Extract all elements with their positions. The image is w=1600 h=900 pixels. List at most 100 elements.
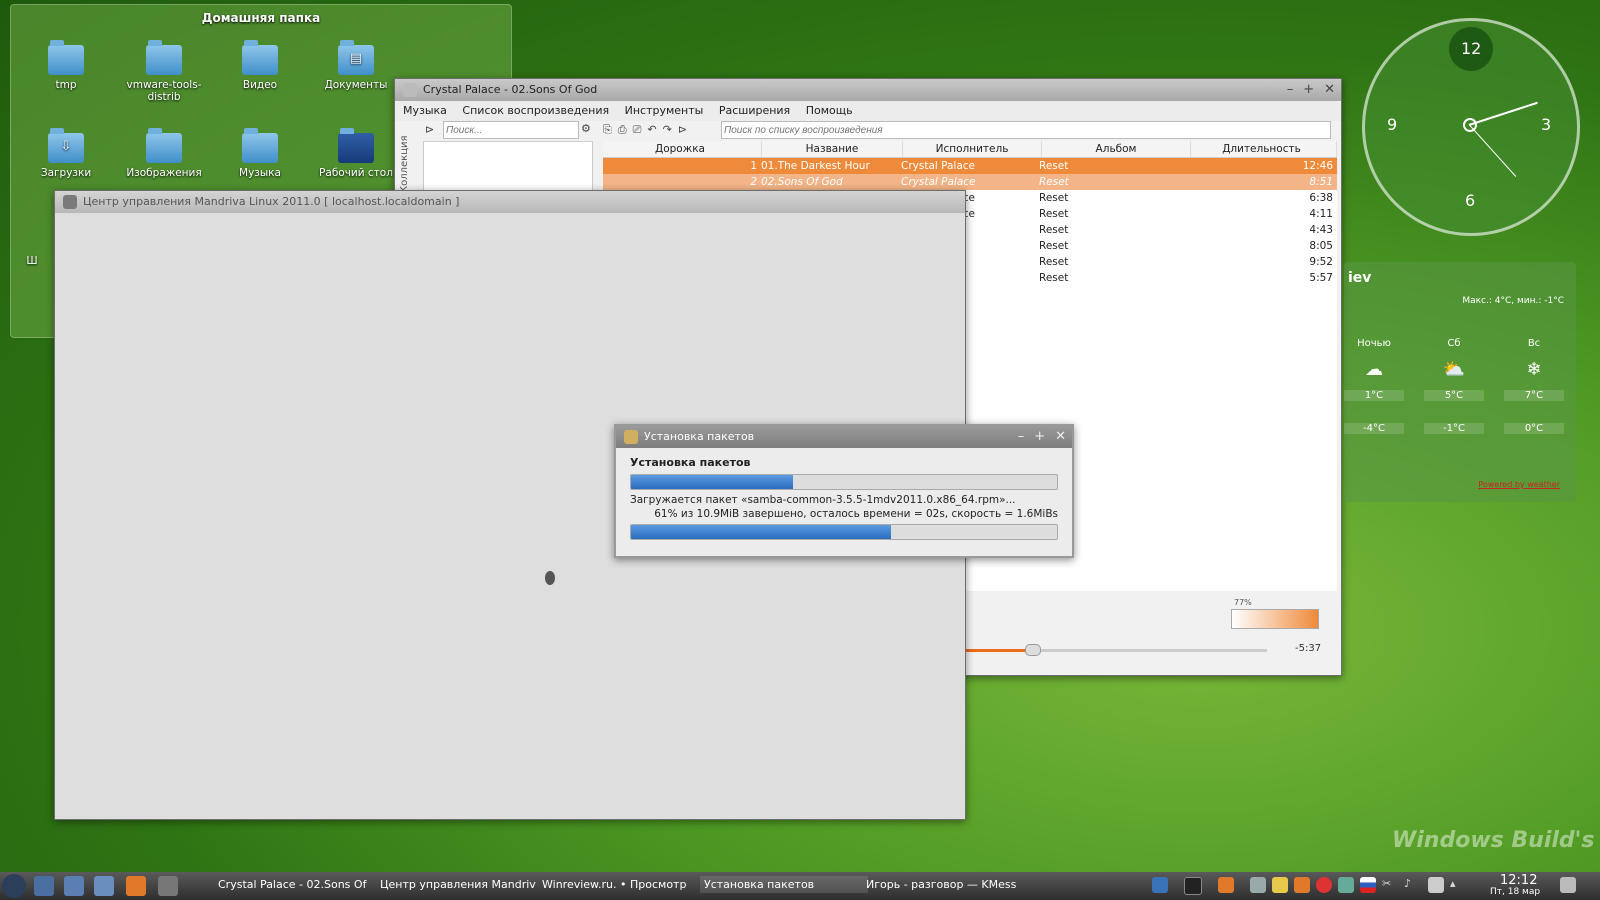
maximize-icon[interactable]: + [1034, 429, 1045, 444]
playlist-search-input[interactable] [721, 121, 1331, 139]
volume-icon[interactable]: ♪ [1404, 877, 1420, 893]
minimize-icon[interactable]: – [1018, 429, 1025, 444]
track-album: Reset [1039, 240, 1069, 252]
desktop-item-downloads[interactable]: ⇩ Загрузки [21, 128, 111, 179]
seek-handle[interactable] [1025, 644, 1041, 656]
track-title: 01.The Darkest Hour [761, 160, 870, 172]
start-menu-icon[interactable] [2, 874, 26, 898]
amarok-title: Crystal Palace - 02.Sons Of God [423, 83, 598, 96]
track-length: 8:51 [1309, 176, 1333, 188]
weather-widget: iev Макс.: 4°C, мин.: -1°C Ночью ☁ 1°C -4°C… [1344, 262, 1576, 502]
clock-second-hand [1468, 124, 1517, 177]
terminal-icon[interactable] [1184, 877, 1202, 895]
folderview-title: Домашняя папка [201, 11, 321, 25]
pager-icon[interactable] [158, 876, 178, 896]
mcc-titlebar[interactable]: Центр управления Mandriva Linux 2011.0 [… [55, 191, 965, 213]
col-artist[interactable]: Исполнитель [903, 141, 1042, 157]
col-length[interactable]: Длительность [1191, 141, 1337, 157]
collection-options-icon[interactable]: ⊳ [425, 123, 439, 137]
seek-bar[interactable] [947, 649, 1267, 652]
task-kmess[interactable]: Игорь - разговор — KMess [866, 878, 1036, 891]
watermark-logo: Windows Build's [1392, 828, 1595, 853]
battery-icon[interactable] [1428, 877, 1444, 893]
menu-extensions[interactable]: Расширения [719, 104, 790, 117]
alert-icon[interactable] [1316, 877, 1332, 893]
weather-powered-link[interactable]: Powered by weather [1478, 480, 1560, 489]
playlist-row[interactable]: 2 02.Sons Of God Crystal Palace Reset 8:51 [603, 174, 1337, 190]
clock-date[interactable]: Пт, 18 мар [1490, 887, 1540, 897]
amarok-menubar: Музыка Список воспроизведения Инструмент… [395, 101, 1341, 121]
track-artist: Crystal Palace [901, 160, 976, 172]
volume-slider[interactable]: 77% [1231, 598, 1319, 629]
folder-icon [242, 128, 278, 163]
menu-playlist[interactable]: Список воспроизведения [462, 104, 609, 117]
tools-icon[interactable] [64, 876, 84, 896]
chevron-up-icon[interactable]: ▴ [1450, 877, 1466, 893]
network-icon[interactable] [1152, 877, 1168, 893]
desktop-item-music[interactable]: Музыка [215, 128, 305, 179]
amarok-wolf-icon [403, 83, 417, 97]
close-icon[interactable]: ✕ [1055, 429, 1066, 444]
keyboard-layout-ru-icon[interactable] [1360, 877, 1376, 893]
desktop-icon[interactable] [34, 876, 54, 896]
clock-center [1463, 118, 1477, 132]
task-install[interactable]: Установка пакетов [700, 876, 868, 893]
track-length: 6:38 [1309, 192, 1333, 204]
desktop-item-images[interactable]: Изображения [119, 128, 209, 179]
clock-time[interactable]: 12:12 [1500, 873, 1537, 888]
menu-tools[interactable]: Инструменты [625, 104, 704, 117]
install-heading: Установка пакетов [630, 456, 751, 469]
shield-icon[interactable] [1272, 877, 1288, 893]
browser-icon[interactable] [126, 876, 146, 896]
weather-day-night: Ночью ☁ 1°C -4°C [1344, 338, 1404, 434]
track-length: 5:57 [1309, 272, 1333, 284]
folder-icon [242, 40, 278, 75]
update-icon[interactable] [1338, 877, 1354, 893]
menu-music[interactable]: Музыка [403, 104, 447, 117]
desktop-folder-icon [338, 128, 374, 163]
track-album: Reset [1039, 208, 1069, 220]
track-album: Reset [1039, 272, 1069, 284]
weather-maxmin: Макс.: 4°C, мин.: -1°C [1462, 296, 1564, 306]
install-titlebar[interactable]: Установка пакетов – + ✕ [616, 426, 1072, 448]
amarok-titlebar[interactable]: Crystal Palace - 02.Sons Of God – + ✕ [395, 79, 1341, 101]
collection-tab[interactable]: Коллекция [399, 123, 415, 193]
mcc-app-icon [63, 195, 77, 209]
amarok-tray-icon[interactable] [1218, 877, 1234, 893]
search-tools-icon[interactable]: ⚙ [581, 122, 591, 135]
desktop-item-vmware[interactable]: vmware-tools-distrib [119, 40, 209, 103]
snow-cloud-icon: ❄ [1526, 359, 1542, 380]
track-title: 02.Sons Of God [761, 176, 843, 188]
maximize-icon[interactable]: + [1303, 82, 1314, 97]
track-album: Reset [1039, 176, 1069, 188]
track-length: 4:43 [1309, 224, 1333, 236]
settings-icon[interactable] [94, 876, 114, 896]
scissors-icon[interactable]: ✂ [1382, 877, 1398, 893]
close-icon[interactable]: ✕ [1324, 82, 1335, 97]
track-album: Reset [1039, 192, 1069, 204]
klipper-icon[interactable] [1250, 877, 1266, 893]
moon-cloud-icon: ☁ [1365, 359, 1383, 380]
playlist-row[interactable]: 1 01.The Darkest Hour Crystal Palace Reset 1… [603, 158, 1337, 174]
desktop-item-tmp[interactable]: tmp [21, 40, 111, 91]
clock-6: 6 [1465, 191, 1476, 210]
weather-day-sat: Сб ⛅ 5°C -1°C [1424, 338, 1484, 434]
col-track[interactable]: Дорожка [603, 141, 762, 157]
desktop-item-desktop[interactable]: Рабочий стол [311, 128, 401, 179]
menu-help[interactable]: Помощь [806, 104, 853, 117]
playlist-toolbar-icons[interactable]: ⎘⎙⎚↶↷⊳ [603, 123, 693, 137]
track-length: 4:11 [1309, 208, 1333, 220]
collection-search-input[interactable] [443, 121, 579, 139]
desktop-item-video[interactable]: Видео [215, 40, 305, 91]
task-mcc[interactable]: Центр управления Mandriv [380, 878, 538, 891]
task-amarok[interactable]: Crystal Palace - 02.Sons Of [218, 878, 374, 891]
task-winreview[interactable]: Winreview.ru. • Просмотр [542, 878, 694, 891]
desktop-item-documents[interactable]: ▤ Документы [311, 40, 401, 91]
col-title[interactable]: Название [762, 141, 903, 157]
time-remaining: -5:37 [1295, 643, 1322, 654]
kmess-icon[interactable] [1294, 877, 1310, 893]
col-album[interactable]: Альбом [1042, 141, 1191, 157]
minimize-icon[interactable]: – [1287, 82, 1294, 97]
desktop-toolbox-icon[interactable] [1560, 877, 1576, 893]
track-length: 12:46 [1302, 160, 1333, 172]
